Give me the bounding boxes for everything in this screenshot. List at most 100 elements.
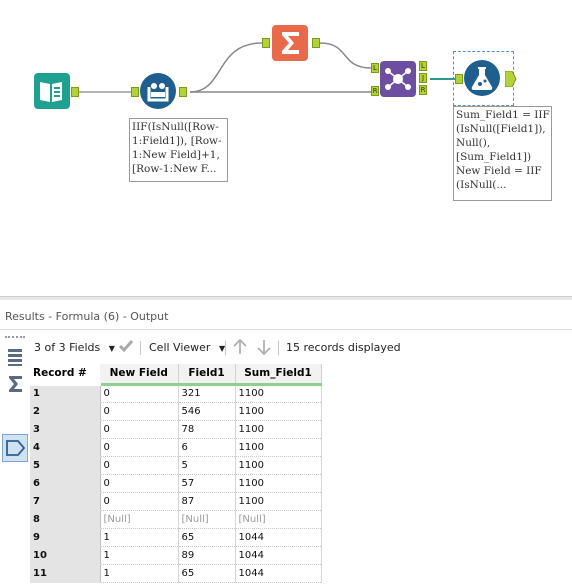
record-number-cell: 10 [30, 546, 101, 565]
cell-viewer-dropdown[interactable]: Cell Viewer ▼ [149, 341, 225, 354]
table-cell[interactable]: 1100 [235, 384, 322, 403]
record-number-cell: 11 [30, 564, 101, 583]
output-view-button[interactable] [2, 434, 28, 462]
header-new-field[interactable]: New Field [100, 364, 179, 386]
table-cell[interactable]: 6 [178, 438, 236, 457]
table-cell[interactable]: 89 [178, 546, 236, 565]
chevron-down-icon: ▼ [108, 344, 115, 353]
record-number-cell: 6 [30, 474, 101, 493]
multirow-output-anchor[interactable] [179, 87, 187, 97]
table-row[interactable]: 11 1 65 1044 [30, 564, 322, 583]
record-number-cell: 1 [30, 384, 101, 403]
join-right-anchor[interactable]: R [371, 86, 379, 96]
header-field1[interactable]: Field1 [178, 364, 236, 386]
summarize-output-anchor[interactable] [312, 38, 320, 48]
multi-row-formula-icon [147, 83, 169, 102]
table-cell[interactable]: 0 [100, 384, 179, 403]
table-cell[interactable]: 65 [178, 564, 236, 583]
table-cell[interactable]: 1100 [235, 474, 322, 493]
results-divider [0, 329, 572, 330]
table-cell[interactable]: 65 [178, 528, 236, 547]
table-cell[interactable]: 1100 [235, 438, 322, 457]
table-row[interactable]: 2 0 546 1100 [30, 402, 322, 421]
metadata-view-button[interactable] [3, 372, 27, 396]
results-pane: Results - Formula (6) - Output 3 of 3 Fi… [0, 300, 572, 586]
table-cell[interactable]: 321 [178, 384, 236, 403]
formula-input-anchor[interactable] [455, 74, 463, 84]
header-record-number: Record # [30, 364, 100, 386]
table-row[interactable]: 8 [Null] [Null] [Null] [30, 510, 322, 529]
table-cell[interactable]: 1 [100, 528, 179, 547]
table-row[interactable]: 4 0 6 1100 [30, 438, 322, 457]
header-sum-field1[interactable]: Sum_Field1 [235, 364, 322, 386]
results-toolbar: 3 of 3 Fields ▼ Cell Viewer ▼ 15 records… [30, 337, 572, 359]
record-number-cell: 3 [30, 420, 101, 439]
summarize-tool[interactable] [272, 25, 308, 61]
table-cell[interactable]: 87 [178, 492, 236, 511]
table-rows-icon [8, 349, 22, 366]
table-cell[interactable]: 0 [100, 474, 179, 493]
table-cell[interactable]: 1 [100, 546, 179, 565]
table-cell[interactable]: [Null] [178, 510, 236, 529]
join-j-output-anchor[interactable]: J [419, 73, 427, 83]
table-cell[interactable]: 0 [100, 438, 179, 457]
sigma-icon [9, 376, 22, 392]
table-cell[interactable]: 78 [178, 420, 236, 439]
table-row[interactable]: 6 0 57 1100 [30, 474, 322, 493]
join-r-output-anchor[interactable]: R [419, 85, 427, 95]
table-row[interactable]: 5 0 5 1100 [30, 456, 322, 475]
table-cell[interactable]: 1100 [235, 402, 322, 421]
multirow-formula-tool[interactable] [140, 73, 176, 109]
fields-dropdown[interactable]: 3 of 3 Fields ▼ [34, 341, 115, 354]
table-cell[interactable]: [Null] [235, 510, 322, 529]
table-cell[interactable]: 546 [178, 402, 236, 421]
summarize-input-anchor[interactable] [262, 38, 270, 48]
table-cell[interactable]: 0 [100, 456, 179, 475]
table-cell[interactable]: 0 [100, 420, 179, 439]
table-cell[interactable]: 1044 [235, 528, 322, 547]
table-cell[interactable]: 5 [178, 456, 236, 475]
table-cell[interactable]: 1100 [235, 420, 322, 439]
formula-output-anchor[interactable] [505, 71, 517, 87]
table-cell[interactable]: 1 [100, 564, 179, 583]
table-row[interactable]: 9 1 65 1044 [30, 528, 322, 547]
sigma-summarize-icon [282, 32, 299, 54]
table-row[interactable]: 1 0 321 1100 [30, 384, 322, 403]
results-grid[interactable]: Record # New Field Field1 Sum_Field1 103… [30, 364, 322, 583]
multirow-input-anchor[interactable] [131, 87, 139, 97]
workflow-canvas[interactable]: IIF(IsNull([Row- 1:Field1]), [Row- 1:New… [0, 0, 572, 296]
join-tool[interactable] [380, 61, 416, 97]
drag-handle[interactable] [5, 336, 25, 338]
results-sidebar [0, 330, 30, 586]
table-row[interactable]: 10 1 89 1044 [30, 546, 322, 565]
table-cell[interactable]: 1044 [235, 564, 322, 583]
record-number-cell: 7 [30, 492, 101, 511]
table-row[interactable]: 7 0 87 1100 [30, 492, 322, 511]
toolbar-separator [225, 341, 226, 355]
table-cell[interactable]: 0 [100, 492, 179, 511]
record-number-cell: 4 [30, 438, 101, 457]
arrow-down-icon[interactable] [256, 338, 272, 359]
toolbar-separator [278, 341, 279, 355]
table-view-button[interactable] [3, 344, 27, 368]
table-cell[interactable]: 0 [100, 402, 179, 421]
join-icon [385, 68, 411, 90]
arrow-up-icon[interactable] [232, 338, 248, 359]
join-l-output-anchor[interactable]: L [419, 61, 427, 71]
formula-tool[interactable] [464, 60, 500, 96]
table-cell[interactable]: 1044 [235, 546, 322, 565]
toolbar-separator [140, 341, 141, 355]
join-left-anchor[interactable]: L [371, 63, 379, 73]
formula-flask-icon [471, 67, 493, 90]
record-number-cell: 9 [30, 528, 101, 547]
results-title: Results - Formula (6) - Output [5, 310, 169, 323]
table-cell[interactable]: 1100 [235, 492, 322, 511]
apply-check-icon[interactable] [118, 338, 134, 357]
table-cell[interactable]: 57 [178, 474, 236, 493]
table-cell[interactable]: 1100 [235, 456, 322, 475]
formula-annotation: Sum_Field1 = IIF (IsNull([Field1]), Null… [453, 106, 552, 201]
input-tool[interactable] [34, 73, 70, 109]
table-row[interactable]: 3 0 78 1100 [30, 420, 322, 439]
input-output-anchor[interactable] [71, 87, 79, 97]
table-cell[interactable]: [Null] [100, 510, 179, 529]
